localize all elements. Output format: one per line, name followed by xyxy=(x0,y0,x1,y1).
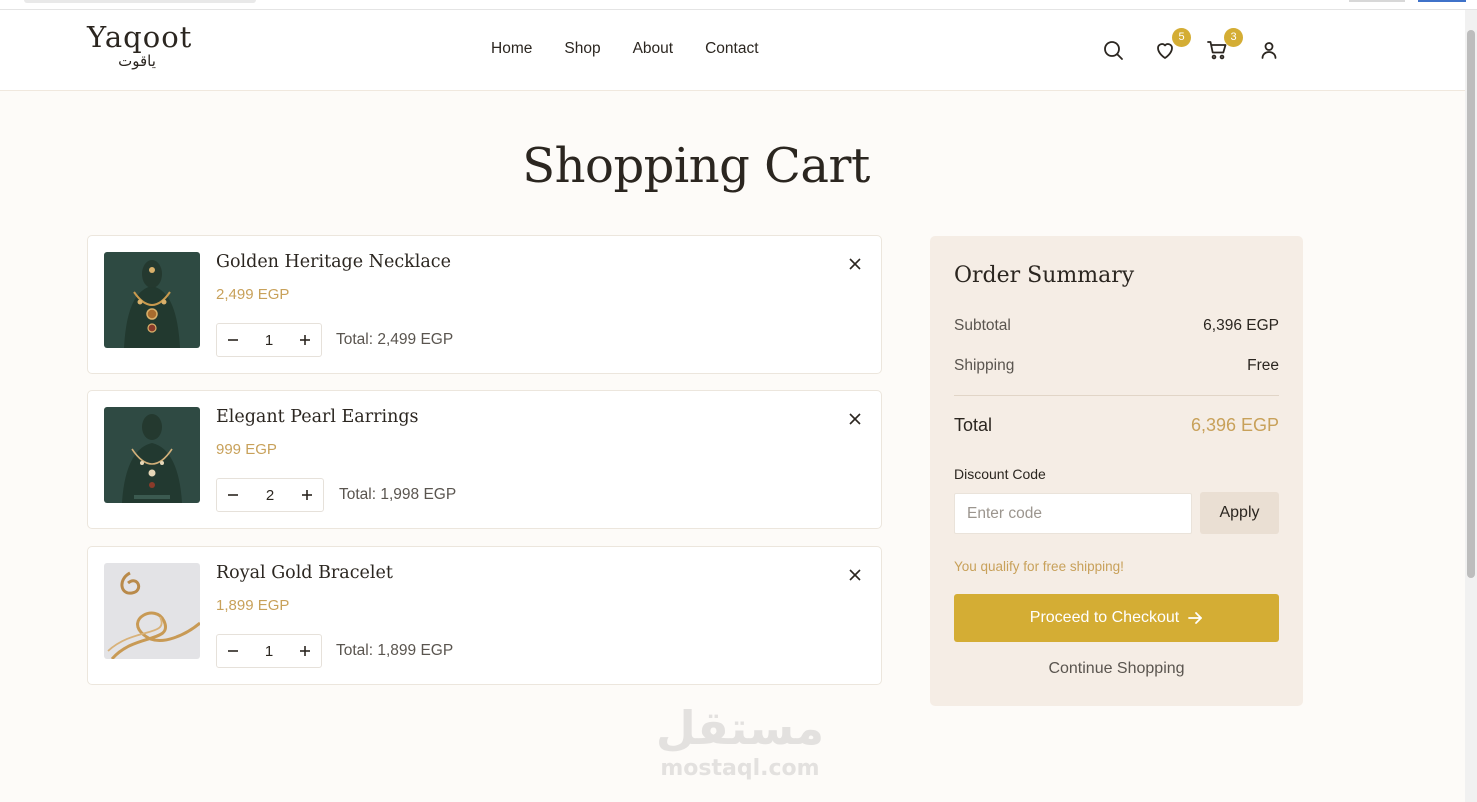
remove-item-button[interactable] xyxy=(847,567,863,583)
page-title: Shopping Cart xyxy=(522,138,870,194)
item-name[interactable]: Royal Gold Bracelet xyxy=(216,563,393,583)
cart-button[interactable]: 3 xyxy=(1205,28,1243,62)
arrow-right-icon xyxy=(1188,612,1203,624)
minus-icon xyxy=(228,339,238,341)
minus-icon xyxy=(228,494,238,496)
subtotal-label: Subtotal xyxy=(954,317,1011,334)
plus-icon xyxy=(300,335,310,345)
browser-control xyxy=(1349,0,1405,2)
shipping-label: Shipping xyxy=(954,357,1015,374)
free-shipping-note: You qualify for free shipping! xyxy=(954,559,1124,574)
plus-icon xyxy=(302,490,312,500)
quantity-value: 1 xyxy=(264,642,274,660)
browser-control-accent xyxy=(1418,0,1466,2)
browser-top-strip xyxy=(0,0,1477,10)
quantity-stepper: 1 xyxy=(216,634,322,668)
item-name[interactable]: Golden Heritage Necklace xyxy=(216,252,451,272)
site-header: Yaqoot ياقوت Home Shop About Contact 5 3 xyxy=(0,10,1465,91)
logo-text-en: Yaqoot xyxy=(87,20,193,54)
nav-home[interactable]: Home xyxy=(491,40,532,58)
item-price: 2,499 EGP xyxy=(216,286,290,303)
quantity-value: 2 xyxy=(265,486,275,504)
logo[interactable]: Yaqoot ياقوت xyxy=(87,20,193,70)
logo-text-ar: ياقوت xyxy=(118,52,156,70)
item-name[interactable]: Elegant Pearl Earrings xyxy=(216,407,419,427)
cart-item: Royal Gold Bracelet 1,899 EGP 1 Total: 1… xyxy=(87,546,882,685)
close-icon xyxy=(849,569,861,581)
subtotal-value: 6,396 EGP xyxy=(1203,317,1279,334)
increase-quantity-button[interactable] xyxy=(289,324,321,356)
decrease-quantity-button[interactable] xyxy=(217,479,249,511)
item-price: 999 EGP xyxy=(216,441,277,458)
total-value: 6,396 EGP xyxy=(1190,415,1279,435)
cart-count-badge: 3 xyxy=(1224,28,1243,47)
shipping-row: Shipping Free xyxy=(954,357,1279,375)
header-icons: 5 3 xyxy=(1101,28,1281,62)
total-row: Total 6,396 EGP xyxy=(954,415,1279,436)
checkout-button[interactable]: Proceed to Checkout xyxy=(954,594,1279,642)
decrease-quantity-button[interactable] xyxy=(217,324,249,356)
order-summary: Order Summary Subtotal 6,396 EGP Shippin… xyxy=(930,236,1303,706)
plus-icon xyxy=(300,646,310,656)
remove-item-button[interactable] xyxy=(847,256,863,272)
quantity-stepper: 1 xyxy=(216,323,322,357)
watermark-arabic: مستقل xyxy=(655,701,825,755)
product-image[interactable] xyxy=(104,407,200,503)
continue-shopping-link[interactable]: Continue Shopping xyxy=(954,660,1279,678)
item-total: Total: 1,899 EGP xyxy=(336,642,454,659)
decrease-quantity-button[interactable] xyxy=(217,635,249,667)
nav-contact[interactable]: Contact xyxy=(705,40,758,58)
summary-divider xyxy=(954,395,1279,396)
cart-item: Elegant Pearl Earrings 999 EGP 2 Total: … xyxy=(87,390,882,529)
item-price: 1,899 EGP xyxy=(216,597,290,614)
nav-about[interactable]: About xyxy=(633,40,674,58)
close-icon xyxy=(849,258,861,270)
increase-quantity-button[interactable] xyxy=(291,479,323,511)
minus-icon xyxy=(228,650,238,652)
product-image[interactable] xyxy=(104,563,200,659)
wishlist-count-badge: 5 xyxy=(1172,28,1191,47)
quantity-value: 1 xyxy=(264,331,274,349)
scrollbar-thumb[interactable] xyxy=(1467,30,1475,578)
search-icon xyxy=(1104,41,1123,60)
cart-item: Golden Heritage Necklace 2,499 EGP 1 Tot… xyxy=(87,235,882,374)
subtotal-row: Subtotal 6,396 EGP xyxy=(954,317,1279,335)
watermark: مستقل mostaql.com xyxy=(640,700,840,782)
nav-shop[interactable]: Shop xyxy=(564,40,600,58)
item-total: Total: 2,499 EGP xyxy=(336,331,454,348)
discount-code-input[interactable] xyxy=(954,493,1192,534)
search-button[interactable] xyxy=(1101,38,1125,62)
summary-title: Order Summary xyxy=(954,263,1135,288)
increase-quantity-button[interactable] xyxy=(289,635,321,667)
remove-item-button[interactable] xyxy=(847,411,863,427)
discount-code-label: Discount Code xyxy=(954,466,1046,482)
browser-tab-bar xyxy=(24,0,256,3)
wishlist-button[interactable]: 5 xyxy=(1153,28,1191,62)
close-icon xyxy=(849,413,861,425)
product-image[interactable] xyxy=(104,252,200,348)
shipping-value: Free xyxy=(1247,357,1279,374)
main-nav: Home Shop About Contact xyxy=(491,40,759,58)
account-button[interactable] xyxy=(1257,38,1281,62)
item-total: Total: 1,998 EGP xyxy=(339,486,457,503)
checkout-label: Proceed to Checkout xyxy=(1029,609,1180,626)
user-icon xyxy=(1261,42,1277,59)
quantity-stepper: 2 xyxy=(216,478,324,512)
total-label: Total xyxy=(954,415,993,435)
watermark-english: mostaql.com xyxy=(660,756,820,781)
apply-discount-button[interactable]: Apply xyxy=(1200,492,1279,534)
